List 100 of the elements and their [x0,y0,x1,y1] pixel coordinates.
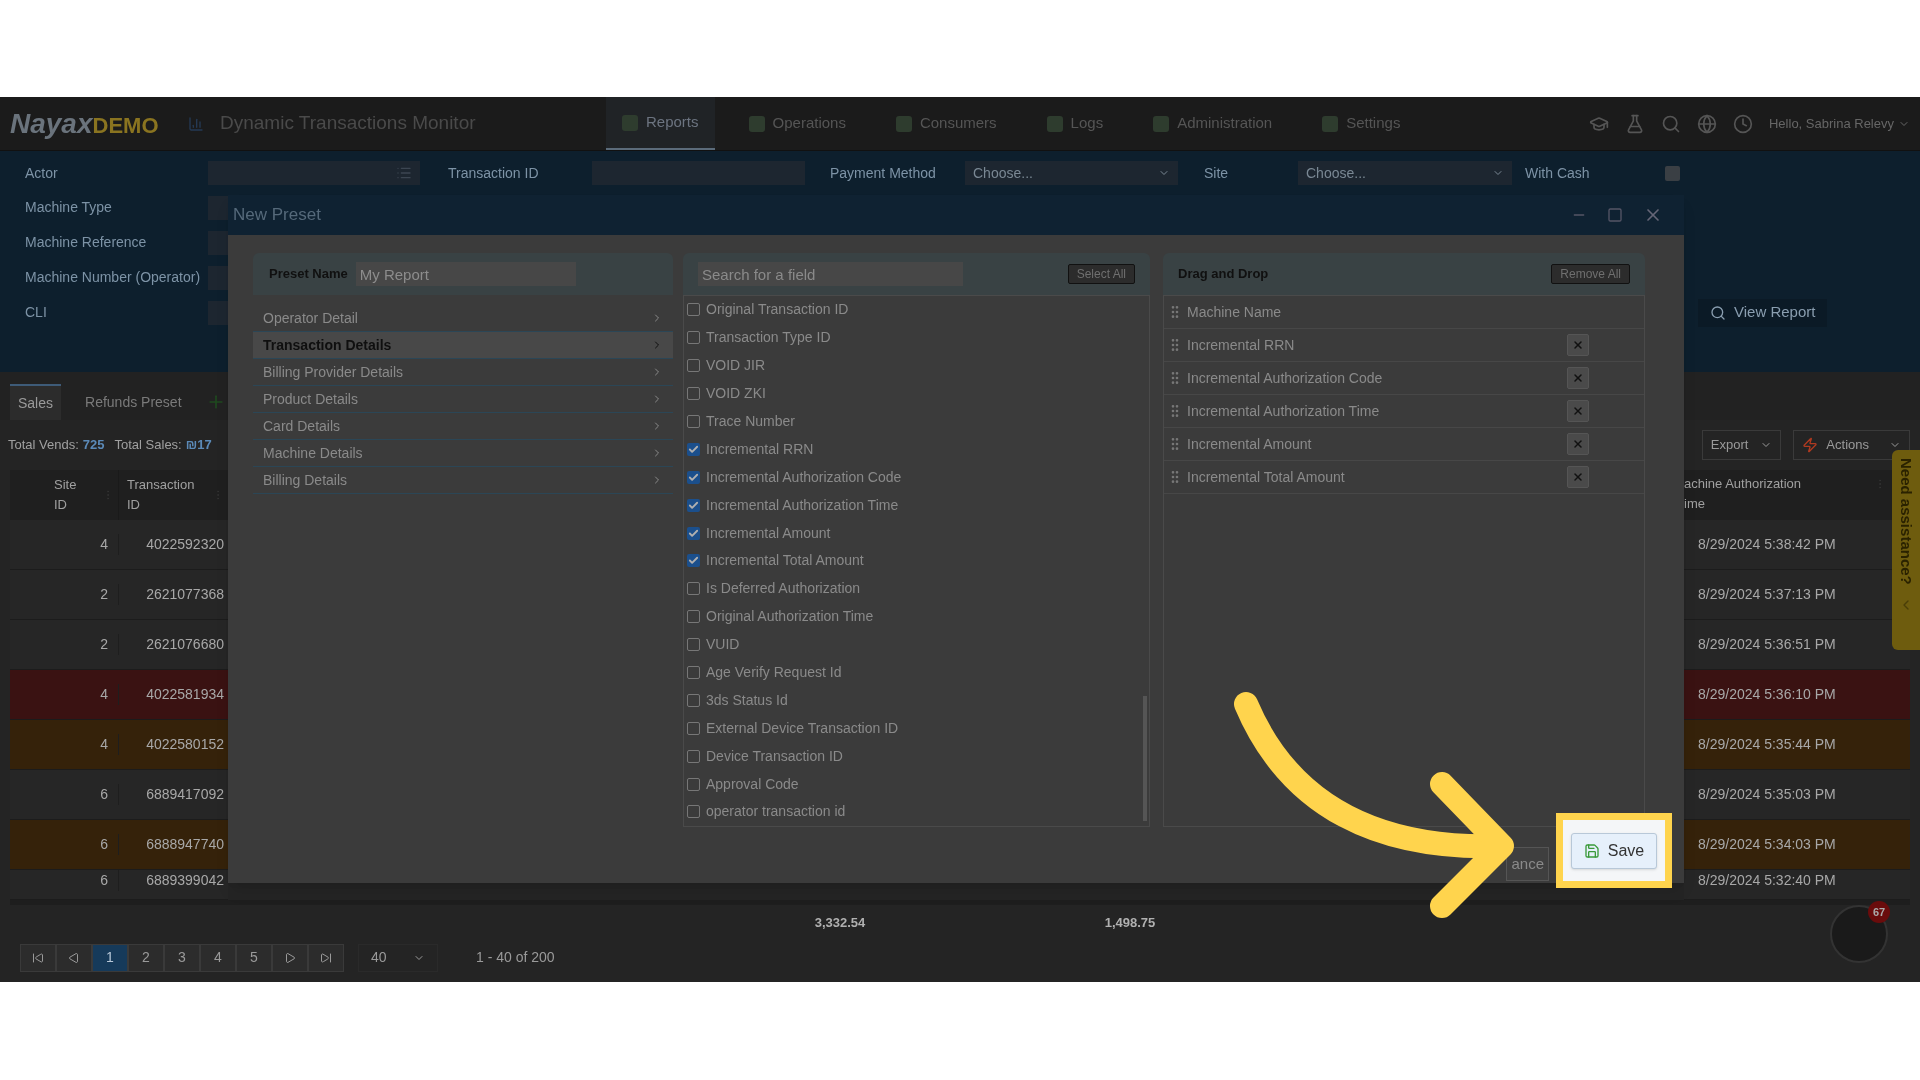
category-label: Transaction Details [263,335,392,355]
remove-button[interactable] [1567,433,1589,455]
column-header[interactable]: achine Authorization [1684,474,1802,494]
select-all-button[interactable]: Select All [1067,264,1135,284]
logo-text: Nayax [10,106,93,141]
category-item[interactable]: Billing Provider Details [253,359,673,386]
with-cash-checkbox[interactable] [1665,165,1680,181]
selected-field-label: Machine Name [1187,302,1283,322]
category-item[interactable]: Machine Details [253,440,673,467]
field-checkbox[interactable] [687,303,700,317]
page-size-select[interactable]: 40 [358,943,438,972]
field-label: VOID ZKI [706,384,766,404]
actor-field[interactable] [208,161,420,185]
field-checkbox[interactable] [687,610,700,624]
flask-icon[interactable] [1625,113,1645,134]
globe-icon[interactable] [1697,113,1717,134]
total-cell-text: 3,332.54 [813,913,867,932]
table-cell-text: 8/29/2024 5:36:10 PM [1698,685,1836,704]
field-checkbox[interactable] [687,387,700,401]
selected-field-label: Incremental Total Amount [1187,467,1346,487]
filter-field[interactable] [208,300,228,325]
field-checkbox[interactable] [687,805,700,819]
need-assistance-tab[interactable]: Need assistance? [1892,450,1920,650]
category-item[interactable]: Billing Details [253,467,673,494]
last-page-button[interactable] [308,943,344,972]
column-header[interactable]: ime [1684,494,1802,514]
nav-tab[interactable]: Consumers [879,97,1013,150]
actions-button[interactable]: Actions [1793,430,1910,460]
page-button[interactable]: 2 [128,943,164,972]
category-item[interactable]: Product Details [253,386,673,413]
field-checkbox[interactable] [687,749,700,763]
page-button[interactable]: 1 [92,943,128,972]
report-tab[interactable]: Sales [10,384,62,420]
field-checkbox[interactable] [687,777,700,791]
field-label: Age Verify Request Id [706,663,842,682]
field-checkbox[interactable] [687,582,700,596]
nav-icon [1322,115,1339,132]
search-icon[interactable] [1661,113,1681,134]
save-button[interactable]: Save [1570,832,1658,869]
table-cell-text: 8/29/2024 5:35:03 PM [1698,785,1836,804]
category-item[interactable]: Transaction Details [253,332,673,359]
clock-icon[interactable] [1733,113,1753,134]
field-checkbox[interactable] [687,554,700,568]
field-checkbox[interactable] [687,359,700,373]
prev-page-icon [68,951,80,964]
first-page-button[interactable] [20,943,56,972]
remove-button[interactable] [1567,466,1589,488]
cancel-button[interactable]: ance [1506,847,1549,881]
filter-label: Machine Reference [25,233,148,252]
export-button[interactable]: Export [1701,430,1782,460]
remove-button[interactable] [1567,367,1589,389]
column-header[interactable]: Site ID [54,475,84,515]
field-checkbox[interactable] [687,415,700,428]
user-menu[interactable]: Hello, Sabrina Relevy [1769,113,1910,134]
maximize-icon[interactable] [1607,207,1623,223]
filter-field[interactable] [208,230,228,255]
preset-name-field[interactable]: My Report [355,262,576,286]
remove-button[interactable] [1567,334,1589,356]
field-checkbox[interactable] [687,442,700,456]
nav-tab[interactable]: Reports [606,97,715,150]
remove-all-button[interactable]: Remove All [1551,264,1630,284]
page-button[interactable]: 5 [236,943,272,972]
field-checkbox[interactable] [687,638,700,652]
filter-label: Machine Number (Operator) [25,268,202,287]
payment-method-select[interactable]: Choose... [965,161,1178,185]
selected-field-label: Incremental Authorization Code [1187,368,1384,388]
category-label: Billing Provider Details [263,362,404,382]
next-page-button[interactable] [272,943,308,972]
remove-button[interactable] [1567,400,1589,422]
table-cell-text: 8/29/2024 5:36:51 PM [1698,635,1836,654]
nav-tab[interactable]: Operations [732,97,862,150]
field-checkbox[interactable] [687,721,700,735]
filter-field[interactable] [208,265,228,290]
report-tab[interactable]: Refunds Preset [77,384,190,420]
nav-tab[interactable]: Administration [1137,97,1289,150]
field-checkbox[interactable] [687,498,700,512]
field-checkbox[interactable] [687,666,700,679]
field-label: Transaction Type ID [706,328,831,348]
field-label: VOID JIR [706,356,766,376]
field-label: Trace Number [706,412,795,431]
nav-tab[interactable]: Settings [1306,97,1417,150]
field-search[interactable]: Search for a field [698,262,963,286]
field-checkbox[interactable] [687,470,700,484]
category-item[interactable]: Card Details [253,413,673,440]
page-button[interactable]: 4 [200,943,236,972]
chart-icon [188,115,204,132]
field-label: 3ds Status Id [706,690,788,710]
prev-page-button[interactable] [56,943,92,972]
field-checkbox[interactable] [687,526,700,540]
need-assistance-label: Need assistance? [1897,458,1917,585]
field-checkbox[interactable] [687,331,700,345]
field-checkbox[interactable] [687,693,700,707]
category-label: Product Details [263,389,358,409]
field-label: Incremental Total Amount [706,551,864,571]
view-report-button[interactable]: View Report [1698,298,1828,327]
save-icon [1583,842,1600,859]
page-button[interactable]: 3 [164,943,200,972]
column-header[interactable]: Transaction ID [127,475,197,515]
nav-tab[interactable]: Logs [1030,97,1120,150]
site-select[interactable]: Choose... [1298,161,1512,185]
